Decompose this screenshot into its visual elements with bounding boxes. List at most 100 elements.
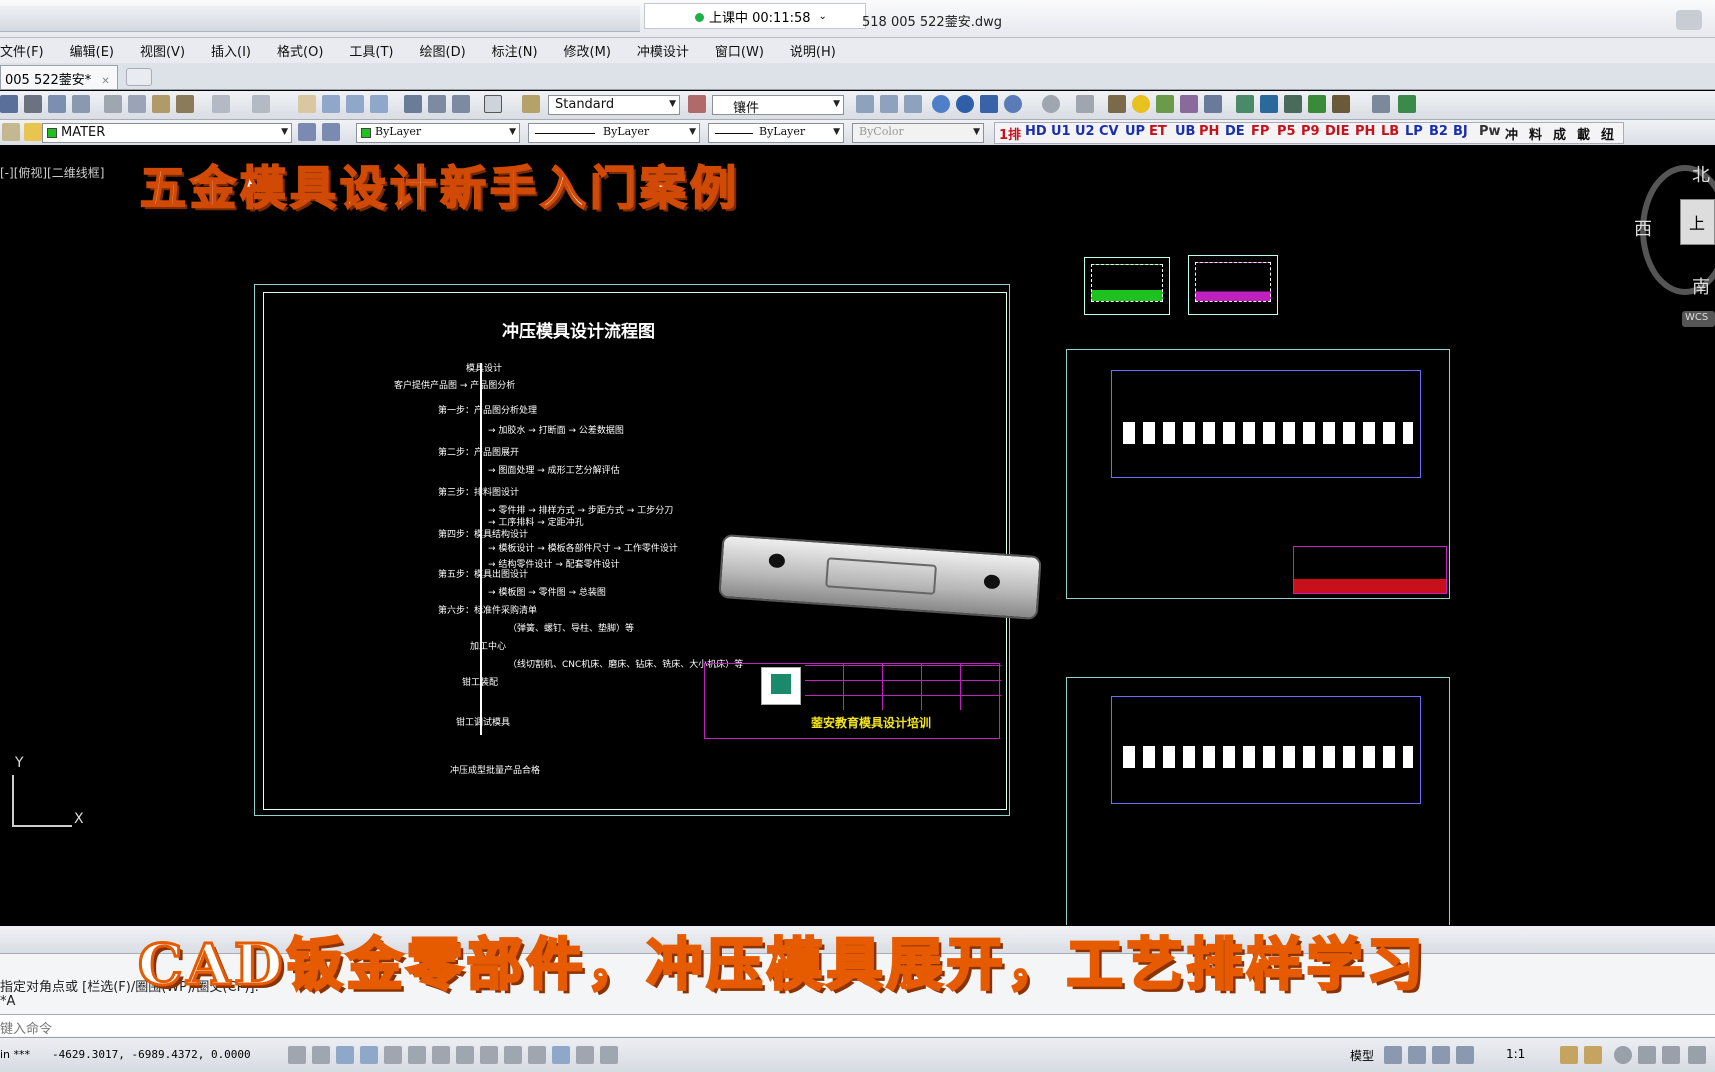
menu-edit[interactable]: 编辑(E) bbox=[57, 41, 127, 60]
menu-help[interactable]: 说明(H) bbox=[777, 41, 849, 60]
menu-modify[interactable]: 修改(M) bbox=[551, 41, 624, 60]
layout-icon-1[interactable] bbox=[1384, 1046, 1402, 1064]
shade-icon-2[interactable] bbox=[956, 95, 974, 113]
thumb-drawing-2[interactable] bbox=[1188, 255, 1278, 315]
render-icon[interactable] bbox=[1180, 95, 1198, 113]
die-btn-16[interactable]: LB bbox=[1381, 124, 1399, 144]
cut-icon[interactable] bbox=[104, 95, 122, 113]
die-btn-8[interactable]: UB bbox=[1175, 124, 1195, 144]
layer-lock-icon[interactable] bbox=[24, 123, 42, 141]
die-btn-12[interactable]: P5 bbox=[1277, 124, 1296, 144]
mesh-icon[interactable] bbox=[1260, 95, 1278, 113]
annotation-visibility-icon[interactable] bbox=[1560, 1046, 1578, 1064]
cube-icon[interactable] bbox=[980, 95, 998, 113]
die-btn-3[interactable]: U1 bbox=[1051, 124, 1071, 144]
app-help-icon[interactable] bbox=[1676, 10, 1702, 30]
viewcube-west[interactable]: 西 bbox=[1634, 215, 1652, 241]
clean-screen-icon[interactable] bbox=[1688, 1046, 1706, 1064]
die-btn-2[interactable]: HD bbox=[1025, 124, 1047, 144]
die-btn-25[interactable]: 纽 bbox=[1601, 124, 1614, 144]
menu-view[interactable]: 视图(V) bbox=[127, 41, 198, 60]
make-current-icon[interactable] bbox=[322, 123, 340, 141]
sphere-icon[interactable] bbox=[1004, 95, 1022, 113]
text-style-icon[interactable] bbox=[522, 95, 540, 113]
lwt-icon[interactable] bbox=[528, 1046, 546, 1064]
ducs-icon[interactable] bbox=[480, 1046, 498, 1064]
qp-icon[interactable] bbox=[576, 1046, 594, 1064]
zoom-previous-icon[interactable] bbox=[370, 95, 388, 113]
match-properties-icon[interactable] bbox=[176, 95, 194, 113]
die-btn-13[interactable]: P9 bbox=[1301, 124, 1320, 144]
properties-icon[interactable] bbox=[404, 95, 422, 113]
link-icon[interactable] bbox=[1372, 95, 1390, 113]
die-btn-23[interactable]: 成 bbox=[1553, 124, 1566, 144]
die-btn-10[interactable]: DE bbox=[1225, 124, 1245, 144]
lock-icon[interactable] bbox=[1638, 1046, 1656, 1064]
menu-window[interactable]: 窗口(W) bbox=[702, 41, 777, 60]
hardware-accel-icon[interactable] bbox=[1662, 1046, 1680, 1064]
wcs-button[interactable]: WCS bbox=[1682, 311, 1715, 327]
plotstyle-select[interactable]: ByColor bbox=[852, 123, 984, 143]
die-btn-7[interactable]: ET bbox=[1149, 124, 1167, 144]
block-icon[interactable] bbox=[1332, 95, 1350, 113]
infer-icon[interactable] bbox=[288, 1046, 306, 1064]
die-btn-5[interactable]: CV bbox=[1099, 124, 1119, 144]
light-icon[interactable] bbox=[1156, 95, 1174, 113]
tpy-icon[interactable] bbox=[552, 1046, 570, 1064]
materials-icon[interactable] bbox=[1204, 95, 1222, 113]
menu-format[interactable]: 格式(O) bbox=[264, 41, 336, 60]
view-icon-2[interactable] bbox=[880, 95, 898, 113]
document-tab[interactable]: 005 522蓥安* ✕ bbox=[0, 65, 118, 89]
annotation-scale[interactable]: 1:1 bbox=[1506, 1047, 1525, 1061]
pan-icon[interactable] bbox=[298, 95, 316, 113]
layer-manager-icon[interactable] bbox=[1108, 95, 1126, 113]
snap-icon[interactable] bbox=[1284, 95, 1302, 113]
view-icon-3[interactable] bbox=[904, 95, 922, 113]
layout-icon-3[interactable] bbox=[1432, 1046, 1450, 1064]
die-btn-6[interactable]: UP bbox=[1125, 124, 1145, 144]
strip-layout-sheet-1[interactable] bbox=[1066, 349, 1450, 599]
strip-layout-sheet-2[interactable] bbox=[1066, 677, 1450, 925]
die-btn-9[interactable]: PH bbox=[1199, 124, 1219, 144]
layout-icon-2[interactable] bbox=[1408, 1046, 1426, 1064]
grid-icon[interactable] bbox=[336, 1046, 354, 1064]
orbit-icon[interactable] bbox=[1042, 95, 1060, 113]
die-btn-21[interactable]: 冲 bbox=[1505, 124, 1518, 144]
zoom-realtime-icon[interactable] bbox=[322, 95, 340, 113]
layer-previous-icon[interactable] bbox=[298, 123, 316, 141]
die-btn-19[interactable]: BJ bbox=[1453, 124, 1468, 144]
redo-icon[interactable] bbox=[252, 95, 270, 113]
die-btn-24[interactable]: 載 bbox=[1577, 124, 1590, 144]
viewcube-south[interactable]: 南 bbox=[1692, 273, 1710, 299]
ortho-icon[interactable] bbox=[360, 1046, 378, 1064]
layer-state-icon[interactable] bbox=[2, 123, 20, 141]
menu-tools[interactable]: 工具(T) bbox=[336, 41, 406, 60]
zoom-window-icon[interactable] bbox=[346, 95, 364, 113]
lineweight-select[interactable]: ByLayer bbox=[708, 123, 844, 143]
linetype-select[interactable]: ByLayer bbox=[528, 123, 700, 143]
visual-style-icon[interactable] bbox=[1076, 95, 1094, 113]
print-icon[interactable] bbox=[24, 95, 42, 113]
viewport-label[interactable]: [-][俯视][二维线框] bbox=[0, 164, 104, 181]
table-icon[interactable] bbox=[1236, 95, 1254, 113]
publish-icon[interactable] bbox=[72, 95, 90, 113]
3dosnap-icon[interactable] bbox=[432, 1046, 450, 1064]
close-icon[interactable]: ✕ bbox=[101, 76, 109, 87]
polar-icon[interactable] bbox=[384, 1046, 402, 1064]
viewcube-north[interactable]: 北 bbox=[1692, 161, 1710, 187]
text-style-select[interactable]: Standard bbox=[548, 95, 680, 115]
save-icon[interactable] bbox=[0, 95, 18, 113]
command-input[interactable]: 键入命令 bbox=[0, 1014, 1715, 1037]
die-btn-1[interactable]: 1排 bbox=[999, 124, 1021, 144]
viewcube-top-face[interactable]: 上 bbox=[1680, 199, 1715, 245]
layer-select[interactable]: MATER bbox=[42, 123, 292, 143]
model-space-button[interactable]: 模型 bbox=[1350, 1047, 1374, 1064]
menu-die-design[interactable]: 冲模设计 bbox=[624, 41, 702, 60]
thumb-drawing-1[interactable] bbox=[1084, 257, 1170, 315]
die-btn-18[interactable]: B2 bbox=[1429, 124, 1448, 144]
design-center-icon[interactable] bbox=[428, 95, 446, 113]
workspace-gear-icon[interactable] bbox=[1614, 1046, 1632, 1064]
preview-icon[interactable] bbox=[48, 95, 66, 113]
recording-timer[interactable]: 上课中 00:11:58 ⌄ bbox=[644, 3, 866, 29]
ucs-icon[interactable] bbox=[1308, 95, 1326, 113]
